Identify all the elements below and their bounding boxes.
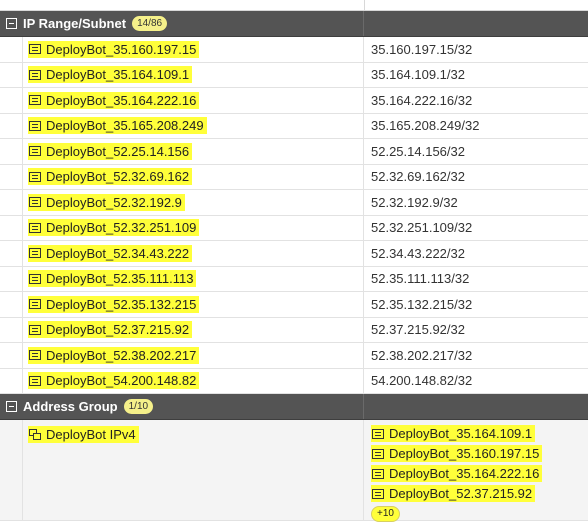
table-row[interactable]: DeployBot_35.160.197.15 35.160.197.15/32 <box>0 37 588 63</box>
address-object-icon <box>29 248 41 259</box>
address-object-icon <box>29 95 41 106</box>
group-header-address-group[interactable]: Address Group 1/10 <box>0 394 588 420</box>
address-name[interactable]: DeployBot_35.164.222.16 <box>28 91 200 109</box>
subnet-value: 35.164.222.16/32 <box>371 92 473 108</box>
group-title: Address Group <box>23 399 118 414</box>
subnet-value: 52.32.192.9/32 <box>371 194 458 210</box>
address-object-icon <box>372 428 384 439</box>
address-object-icon <box>29 69 41 80</box>
member-address[interactable]: DeployBot_35.164.109.1 <box>371 425 536 442</box>
address-object-icon <box>29 273 41 284</box>
group-members: DeployBot_35.164.109.1 DeployBot_35.160.1… <box>364 420 588 522</box>
table-row[interactable]: DeployBot_52.35.111.113 52.35.111.113/32 <box>0 266 588 292</box>
address-group-icon <box>29 429 41 440</box>
address-name[interactable]: DeployBot_54.200.148.82 <box>28 372 200 390</box>
address-object-icon <box>29 146 41 157</box>
address-name[interactable]: DeployBot_35.165.208.249 <box>28 117 207 135</box>
subnet-value: 52.38.202.217/32 <box>371 347 473 363</box>
address-table: IP Range/Subnet 14/86 DeployBot_35.160.1… <box>0 0 588 522</box>
table-row[interactable]: DeployBot_52.38.202.217 52.38.202.217/32 <box>0 343 588 369</box>
count-badge: 14/86 <box>132 16 168 31</box>
table-row[interactable]: DeployBot_52.32.192.9 52.32.192.9/32 <box>0 190 588 216</box>
table-top-edge <box>0 0 588 11</box>
more-members-badge[interactable]: +10 <box>371 506 400 522</box>
table-row[interactable]: DeployBot IPv4 DeployBot_35.164.109.1 Dep… <box>0 420 588 522</box>
address-object-icon <box>29 299 41 310</box>
address-object-icon <box>29 350 41 361</box>
subnet-value: 52.37.215.92/32 <box>371 322 465 338</box>
subnet-value: 52.35.111.113/32 <box>371 271 470 287</box>
address-name[interactable]: DeployBot_52.38.202.217 <box>28 346 200 364</box>
group-header-ip-range[interactable]: IP Range/Subnet 14/86 <box>0 11 588 37</box>
subnet-value: 35.160.197.15/32 <box>371 41 473 57</box>
address-name[interactable]: DeployBot_52.34.43.222 <box>28 244 193 262</box>
table-row[interactable]: DeployBot_52.32.251.109 52.32.251.109/32 <box>0 215 588 241</box>
address-name[interactable]: DeployBot_52.35.132.215 <box>28 295 200 313</box>
subnet-value: 54.200.148.82/32 <box>371 373 473 389</box>
group-title: IP Range/Subnet <box>23 16 127 31</box>
address-name[interactable]: DeployBot_52.35.111.113 <box>28 270 197 288</box>
table-row[interactable]: DeployBot_54.200.148.82 54.200.148.82/32 <box>0 368 588 394</box>
address-object-icon <box>29 222 41 233</box>
address-object-icon <box>29 44 41 55</box>
subnet-value: 52.34.43.222/32 <box>371 245 465 261</box>
address-name[interactable]: DeployBot_52.25.14.156 <box>28 142 193 160</box>
member-address[interactable]: DeployBot_52.37.215.92 <box>371 485 536 502</box>
address-object-icon <box>372 488 384 499</box>
collapse-toggle-icon[interactable] <box>6 401 17 412</box>
address-name[interactable]: DeployBot_35.164.109.1 <box>28 66 193 84</box>
address-group-name[interactable]: DeployBot IPv4 <box>28 426 139 443</box>
table-row[interactable]: DeployBot_52.37.215.92 52.37.215.92/32 <box>0 317 588 343</box>
table-row[interactable]: DeployBot_52.34.43.222 52.34.43.222/32 <box>0 241 588 267</box>
address-object-icon <box>29 171 41 182</box>
table-row[interactable]: DeployBot_35.164.222.16 35.164.222.16/32 <box>0 88 588 114</box>
address-name[interactable]: DeployBot_52.32.192.9 <box>28 193 185 211</box>
count-badge: 1/10 <box>123 399 154 414</box>
subnet-value: 52.32.251.109/32 <box>371 220 473 236</box>
table-row[interactable]: DeployBot_52.25.14.156 52.25.14.156/32 <box>0 139 588 165</box>
subnet-value: 52.35.132.215/32 <box>371 296 473 312</box>
address-name[interactable]: DeployBot_52.32.251.109 <box>28 219 200 237</box>
address-object-icon <box>29 375 41 386</box>
table-row[interactable]: DeployBot_35.165.208.249 35.165.208.249/3… <box>0 113 588 139</box>
subnet-value: 52.32.69.162/32 <box>371 169 465 185</box>
collapse-toggle-icon[interactable] <box>6 18 17 29</box>
table-row[interactable]: DeployBot_52.32.69.162 52.32.69.162/32 <box>0 164 588 190</box>
address-object-icon <box>29 120 41 131</box>
address-object-icon <box>29 197 41 208</box>
member-address[interactable]: DeployBot_35.160.197.15 <box>371 445 543 462</box>
subnet-value: 35.164.109.1/32 <box>371 67 465 83</box>
address-name[interactable]: DeployBot_52.37.215.92 <box>28 321 193 339</box>
address-name[interactable]: DeployBot_52.32.69.162 <box>28 168 193 186</box>
ip-range-rows: DeployBot_35.160.197.15 35.160.197.15/32 D… <box>0 37 588 394</box>
subnet-value: 35.165.208.249/32 <box>371 118 480 134</box>
address-object-icon <box>372 448 384 459</box>
address-object-icon <box>372 468 384 479</box>
table-row[interactable]: DeployBot_52.35.132.215 52.35.132.215/32 <box>0 292 588 318</box>
subnet-value: 52.25.14.156/32 <box>371 143 465 159</box>
address-object-icon <box>29 324 41 335</box>
member-address[interactable]: DeployBot_35.164.222.16 <box>371 465 543 482</box>
address-name[interactable]: DeployBot_35.160.197.15 <box>28 40 200 58</box>
table-row[interactable]: DeployBot_35.164.109.1 35.164.109.1/32 <box>0 62 588 88</box>
